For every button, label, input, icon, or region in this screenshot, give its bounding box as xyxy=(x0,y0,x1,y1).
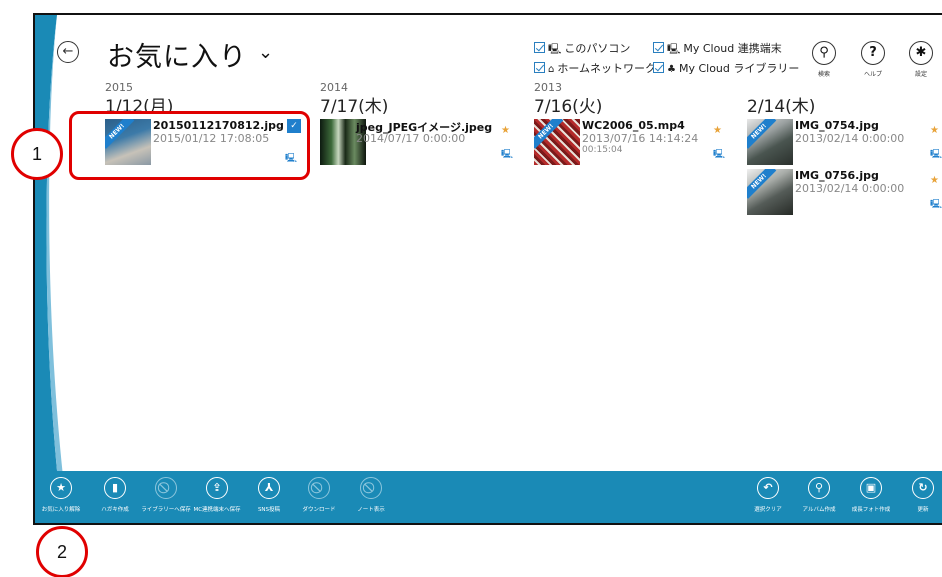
appbar-label: MC連携端末へ保存 xyxy=(193,507,241,513)
growth-photo-icon: ▣ xyxy=(860,477,882,499)
media-tile[interactable]: jpeg_JPEGイメージ.jpeg 2014/07/17 0:00:00 ★ … xyxy=(320,119,520,183)
note-icon: ⃠ xyxy=(360,477,382,499)
settings-label: 設定 xyxy=(914,71,927,78)
thumbnail: NEW! xyxy=(534,119,580,165)
filter-mycloud-device[interactable]: 🖳 My Cloud 連携端末 xyxy=(653,40,782,59)
filter-label: My Cloud ライブラリー xyxy=(678,62,800,75)
checkbox-icon[interactable] xyxy=(653,62,664,73)
library-save-icon: ⃠ xyxy=(155,477,177,499)
back-icon[interactable]: ← xyxy=(57,41,79,63)
file-datetime: 2013/02/14 0:00:00 xyxy=(795,182,905,195)
device-icon: 🖳 xyxy=(930,150,942,160)
favorite-star-icon: ★ xyxy=(501,125,510,136)
download-button[interactable]: ⃠ ダウンロード xyxy=(289,477,349,513)
favorite-star-icon: ★ xyxy=(930,125,939,136)
file-name: IMG_0756.jpg xyxy=(795,169,879,182)
annotation-marker-1: 1 xyxy=(11,128,63,180)
note-view-button[interactable]: ⃠ ノート表示 xyxy=(341,477,401,513)
postcard-icon: ▮ xyxy=(104,477,126,499)
album-icon: ⚲ xyxy=(808,477,830,499)
file-datetime: 2013/07/16 14:14:24 xyxy=(582,132,699,145)
download-icon: ⃠ xyxy=(308,477,330,499)
device-icon: 🖳 xyxy=(713,150,726,160)
thumbnail: NEW! xyxy=(747,119,793,165)
file-name: IMG_0754.jpg xyxy=(795,119,879,132)
group-date: 7/16(火) xyxy=(534,97,603,117)
filter-mycloud-library[interactable]: ♣ My Cloud ライブラリー xyxy=(653,60,799,76)
group-date: 7/17(木) xyxy=(320,97,389,117)
growth-photo-button[interactable]: ▣ 成長フォト作成 xyxy=(841,477,901,513)
appbar-label: ダウンロード xyxy=(302,507,336,513)
annotation-marker-2: 2 xyxy=(36,526,88,577)
help-icon: ? xyxy=(861,41,885,65)
device-icon: 🖳 xyxy=(930,200,942,210)
search-icon: ⚲ xyxy=(812,41,836,65)
filter-this-pc[interactable]: 🖳 このパソコン xyxy=(534,40,630,59)
refresh-button[interactable]: ↻ 更新 xyxy=(893,477,942,513)
appbar-label: アルバム作成 xyxy=(802,507,836,513)
device-icon: 🖳 xyxy=(667,44,681,55)
clear-selection-icon: ↶ xyxy=(757,477,779,499)
checkbox-icon[interactable] xyxy=(653,42,664,53)
filter-label: このパソコン xyxy=(564,42,631,55)
device-save-icon: ⇪ xyxy=(206,477,228,499)
search-label: 検索 xyxy=(817,71,830,78)
annotation-highlight xyxy=(69,111,310,180)
group-date: 2/14(木) xyxy=(747,97,816,117)
pc-icon: 🖳 xyxy=(548,44,562,55)
home-icon: ⌂ xyxy=(548,64,555,75)
appbar-label: ノート表示 xyxy=(357,507,385,513)
checkbox-icon[interactable] xyxy=(534,42,545,53)
filter-label: My Cloud 連携端末 xyxy=(683,42,782,55)
checkbox-icon[interactable] xyxy=(534,62,545,73)
chevron-down-icon[interactable]: ⌄ xyxy=(258,42,273,63)
app-window: ← お気に入り ⌄ 🖳 このパソコン 🖳 My Cloud 連携端末 ⌂ ホームネット… xyxy=(33,13,942,525)
favorite-star-icon: ★ xyxy=(713,125,722,136)
new-badge: NEW! xyxy=(534,119,564,149)
appbar-label: お気に入り解除 xyxy=(41,507,81,513)
share-icon: ⅄ xyxy=(258,477,280,499)
thumbnail: NEW! xyxy=(747,169,793,215)
screenshot-stage: ← お気に入り ⌄ 🖳 このパソコン 🖳 My Cloud 連携端末 ⌂ ホームネット… xyxy=(0,0,942,577)
star-remove-icon: ★ xyxy=(50,477,72,499)
appbar-label: 成長フォト作成 xyxy=(851,507,891,513)
gear-icon: ✱ xyxy=(909,41,933,65)
filter-label: ホームネットワーク xyxy=(557,62,657,75)
settings-button[interactable]: ✱ 設定 xyxy=(901,41,941,78)
media-tile[interactable]: NEW! WC2006_05.mp4 2013/07/16 14:14:24 0… xyxy=(534,119,734,183)
filter-home-network[interactable]: ⌂ ホームネットワーク xyxy=(534,60,656,76)
search-button[interactable]: ⚲ 検索 xyxy=(804,41,844,78)
media-tile[interactable]: NEW! IMG_0756.jpg 2013/02/14 0:00:00 ★ 🖳 xyxy=(747,169,942,233)
pc-icon: 🖳 xyxy=(501,150,514,160)
favorite-star-icon: ★ xyxy=(930,175,939,186)
page-title: お気に入り xyxy=(107,42,247,73)
help-button[interactable]: ? ヘルプ xyxy=(853,41,893,78)
unfavorite-button[interactable]: ★ お気に入り解除 xyxy=(35,477,91,513)
save-to-device-button[interactable]: ⇪ MC連携端末へ保存 xyxy=(187,477,247,513)
appbar-label: 更新 xyxy=(917,507,929,513)
library-icon: ♣ xyxy=(667,64,676,75)
create-album-button[interactable]: ⚲ アルバム作成 xyxy=(789,477,849,513)
video-duration: 00:15:04 xyxy=(582,145,623,155)
refresh-icon: ↻ xyxy=(912,477,934,499)
file-datetime: 2014/07/17 0:00:00 xyxy=(356,132,466,145)
new-badge: NEW! xyxy=(747,169,777,199)
new-badge: NEW! xyxy=(747,119,777,149)
help-label: ヘルプ xyxy=(863,71,882,78)
app-bar: ★ お気に入り解除 ▮ ハガキ作成 ⃠ ライブラリーへ保存 ⇪ MC連携端末へ保… xyxy=(35,471,942,523)
file-name: WC2006_05.mp4 xyxy=(582,119,685,132)
file-datetime: 2013/02/14 0:00:00 xyxy=(795,132,905,145)
decorative-swoosh xyxy=(35,15,69,523)
